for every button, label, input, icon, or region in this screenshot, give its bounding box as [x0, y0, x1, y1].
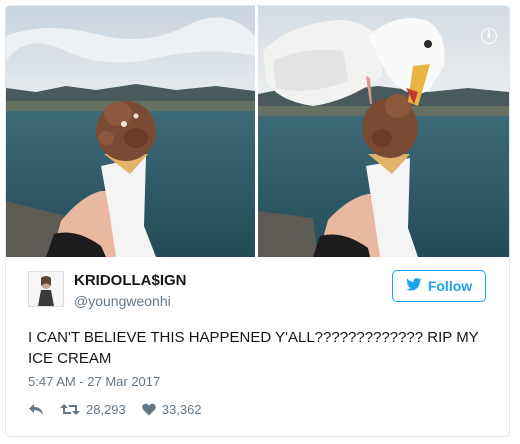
like-count: 33,362 — [161, 402, 202, 417]
info-icon[interactable]: i — [481, 28, 497, 44]
retweet-button[interactable]: 28,293 — [60, 402, 126, 417]
follow-button[interactable]: Follow — [392, 270, 486, 302]
seagull-biting-ice-cream-photo[interactable]: i — [258, 6, 509, 257]
user-handle[interactable]: @youngweonhi — [74, 293, 171, 309]
retweet-icon — [60, 403, 80, 416]
reply-button[interactable] — [28, 403, 44, 416]
twitter-bird-icon — [405, 278, 422, 294]
like-button[interactable]: 33,362 — [141, 402, 202, 417]
retweet-count: 28,293 — [86, 402, 126, 417]
avatar[interactable] — [28, 271, 64, 307]
tweet-timestamp[interactable]: 5:47 AM - 27 Mar 2017 — [28, 374, 160, 389]
follow-label: Follow — [427, 278, 473, 294]
tweet-text: I CAN'T BELIEVE THIS HAPPENED Y'ALL?????… — [28, 329, 479, 367]
tweet-media[interactable]: i — [6, 6, 509, 257]
heart-icon — [141, 403, 156, 416]
tweet-actions: 28,293 33,362 — [28, 402, 218, 417]
reply-icon — [28, 403, 44, 416]
ice-cream-cone-photo[interactable] — [6, 6, 255, 257]
display-name[interactable]: KRIDOLLA$IGN — [74, 272, 187, 289]
tweet-card: i KRIDOLLA$IGN @youngweonhi Follow I CAN… — [5, 5, 510, 437]
